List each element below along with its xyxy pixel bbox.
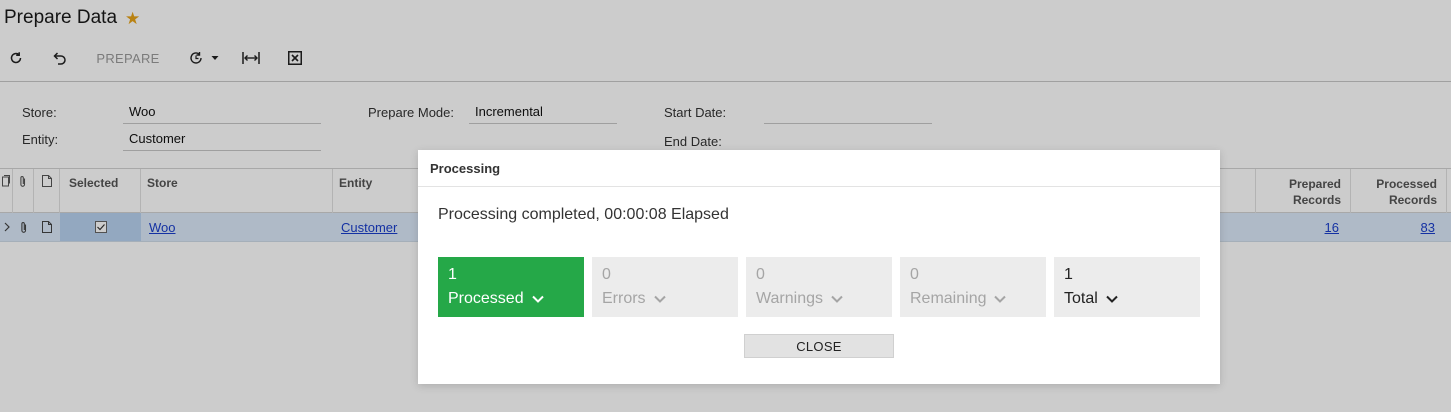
dialog-message: Processing completed, 00:00:08 Elapsed bbox=[438, 206, 729, 223]
tile-warnings[interactable]: 0 Warnings bbox=[746, 257, 892, 317]
tile-processed-count: 1 bbox=[448, 266, 457, 283]
tile-warnings-label: Warnings bbox=[756, 290, 823, 307]
tile-remaining-count: 0 bbox=[910, 266, 919, 283]
chevron-down-icon bbox=[653, 295, 666, 303]
tile-total-count: 1 bbox=[1064, 266, 1073, 283]
tile-total[interactable]: 1 Total bbox=[1054, 257, 1200, 317]
tile-processed[interactable]: 1 Processed bbox=[438, 257, 584, 317]
tile-warnings-count: 0 bbox=[756, 266, 765, 283]
tile-errors-count: 0 bbox=[602, 266, 611, 283]
chevron-down-icon bbox=[831, 295, 843, 303]
page: Prepare Data ★ PREPARE Store: Woo Entity… bbox=[0, 0, 1451, 412]
chevron-down-icon bbox=[531, 295, 544, 303]
chevron-down-icon bbox=[994, 295, 1007, 303]
tile-total-label: Total bbox=[1064, 290, 1098, 307]
tile-errors[interactable]: 0 Errors bbox=[592, 257, 738, 317]
tile-processed-label: Processed bbox=[448, 290, 524, 307]
chevron-down-icon bbox=[1106, 295, 1118, 303]
tile-remaining[interactable]: 0 Remaining bbox=[900, 257, 1046, 317]
dialog-title: Processing bbox=[418, 150, 1220, 187]
processing-dialog: Processing Processing completed, 00:00:0… bbox=[418, 150, 1220, 384]
close-button[interactable]: CLOSE bbox=[744, 334, 894, 358]
status-tiles: 1 Processed 0 Errors 0 Warnings 0 Remain… bbox=[438, 257, 1200, 317]
tile-errors-label: Errors bbox=[602, 290, 646, 307]
tile-remaining-label: Remaining bbox=[910, 290, 987, 307]
